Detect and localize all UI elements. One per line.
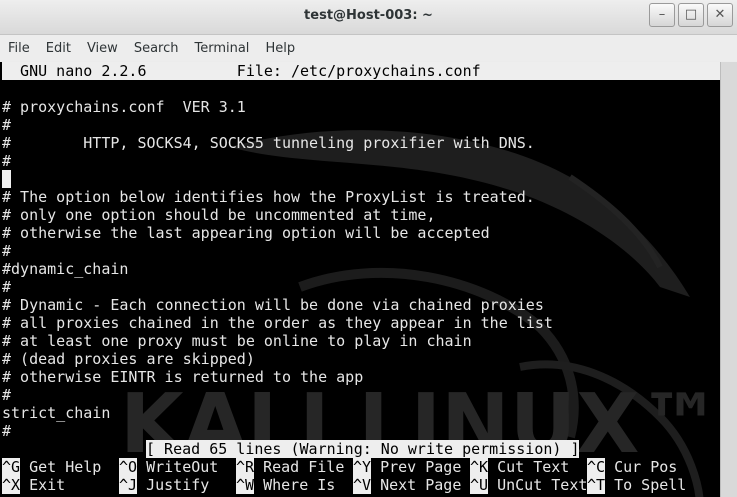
shortcut-next-page[interactable]: ^V Next Page (353, 476, 470, 494)
shortcut-get-help[interactable]: ^G Get Help (2, 458, 119, 476)
shortcut-key: ^V (353, 476, 372, 494)
menu-help[interactable]: Help (257, 41, 303, 56)
file-line: # (2, 242, 12, 260)
shortcut-key: ^G (2, 458, 21, 476)
window-title: test@Host-003: ~ (304, 8, 433, 23)
shortcut-read-file[interactable]: ^R Read File (236, 458, 353, 476)
shortcut-label: Prev Page (371, 458, 471, 476)
menu-search[interactable]: Search (126, 41, 187, 56)
shortcut-key: ^C (587, 458, 606, 476)
file-line: # (2, 152, 12, 170)
shortcut-label: To Spell (605, 476, 687, 494)
text-cursor (2, 170, 11, 188)
shortcut-label: UnCut Text (488, 476, 588, 494)
shortcut-label: WriteOut (137, 458, 237, 476)
shortcut-key: ^X (2, 476, 21, 494)
shortcut-to-spell[interactable]: ^T To Spell (587, 476, 686, 494)
shortcut-writeout[interactable]: ^O WriteOut (119, 458, 236, 476)
minimize-button[interactable]: – (649, 3, 675, 27)
shortcut-key: ^R (236, 458, 255, 476)
menu-view[interactable]: View (79, 41, 126, 56)
menu-terminal[interactable]: Terminal (186, 41, 257, 56)
terminal-area[interactable]: KALI LINUX™ GNU nano 2.2.6 File: /etc/pr… (0, 62, 737, 497)
file-line: # HTTP, SOCKS4, SOCKS5 tunneling proxifi… (2, 134, 535, 152)
menu-bar: File Edit View Search Terminal Help (0, 35, 737, 61)
file-line: # (2, 278, 12, 296)
shortcut-key: ^K (470, 458, 489, 476)
shortcut-key: ^T (587, 476, 606, 494)
shortcut-label: Get Help (20, 458, 120, 476)
file-line: #dynamic_chain (2, 260, 129, 278)
maximize-button[interactable]: □ (678, 3, 704, 27)
status-message: [ Read 65 lines (Warning: No write permi… (146, 440, 580, 458)
file-line: strict_chain (2, 404, 111, 422)
shortcut-uncut-text[interactable]: ^U UnCut Text (470, 476, 587, 494)
file-line: # proxychains.conf VER 3.1 (2, 98, 246, 116)
shortcut-label: Next Page (371, 476, 471, 494)
shortcut-label: Read File (254, 458, 354, 476)
file-line: # (2, 422, 12, 440)
shortcut-prev-page[interactable]: ^Y Prev Page (353, 458, 470, 476)
close-button[interactable]: ✕ (707, 3, 733, 27)
menu-file[interactable]: File (0, 41, 38, 56)
shortcut-cur-pos[interactable]: ^C Cur Pos (587, 458, 677, 476)
shortcut-where-is[interactable]: ^W Where Is (236, 476, 353, 494)
file-line: # (2, 116, 12, 134)
shortcut-bar: ^G Get Help ^O WriteOut ^R Read File ^Y … (2, 458, 737, 494)
window-controls: – □ ✕ (649, 3, 733, 27)
shortcut-label: Exit (20, 476, 120, 494)
shortcut-justify[interactable]: ^J Justify (119, 476, 236, 494)
menu-edit[interactable]: Edit (38, 41, 79, 56)
shortcut-key: ^U (470, 476, 489, 494)
shortcut-key: ^J (119, 476, 138, 494)
file-line: # otherwise EINTR is returned to the app (2, 368, 364, 386)
terminal-scrollbar[interactable] (720, 62, 737, 497)
terminal-window: test@Host-003: ~ – □ ✕ File Edit View Se… (0, 0, 737, 497)
file-line: # at least one proxy must be online to p… (2, 332, 472, 350)
file-line: # all proxies chained in the order as th… (2, 314, 553, 332)
shortcut-label: Cut Text (488, 458, 588, 476)
shortcut-label: Cur Pos (605, 458, 678, 476)
file-line: # otherwise the last appearing option wi… (2, 224, 490, 242)
file-line: # (dead proxies are skipped) (2, 350, 255, 368)
shortcut-key: ^W (236, 476, 255, 494)
shortcut-exit[interactable]: ^X Exit (2, 476, 119, 494)
title-bar[interactable]: test@Host-003: ~ – □ ✕ (0, 0, 737, 35)
file-line: # (2, 386, 12, 404)
nano-header: GNU nano 2.2.6 File: /etc/proxychains.co… (2, 62, 720, 80)
shortcut-label: Where Is (254, 476, 354, 494)
shortcut-key: ^Y (353, 458, 372, 476)
shortcut-cut-text[interactable]: ^K Cut Text (470, 458, 587, 476)
shortcut-label: Justify (137, 476, 237, 494)
file-line: # Dynamic - Each connection will be done… (2, 296, 544, 314)
shortcut-key: ^O (119, 458, 138, 476)
file-line: # only one option should be uncommented … (2, 206, 436, 224)
file-line: # The option below identifies how the Pr… (2, 188, 535, 206)
